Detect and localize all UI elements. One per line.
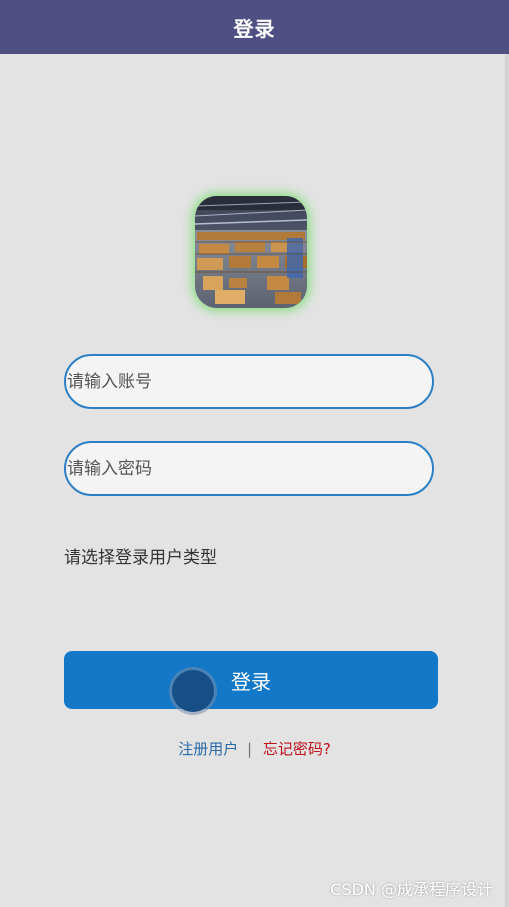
login-button[interactable]: 登录 xyxy=(64,651,438,709)
watermark: CSDN @成承程序设计 xyxy=(330,880,493,899)
user-type-selector[interactable]: 请选择登录用户类型 xyxy=(64,543,217,568)
link-separator: | xyxy=(246,740,253,758)
touch-indicator-icon xyxy=(172,670,214,712)
login-button-label: 登录 xyxy=(231,669,271,694)
register-link[interactable]: 注册用户 xyxy=(178,740,238,758)
password-input[interactable] xyxy=(66,443,432,494)
nav-bar: 登录 xyxy=(0,0,509,54)
account-input[interactable] xyxy=(66,356,432,407)
page-title: 登录 xyxy=(233,16,276,41)
auth-links: 注册用户 | 忘记密码? xyxy=(0,738,509,759)
warehouse-photo-icon xyxy=(195,196,307,308)
account-field[interactable] xyxy=(64,354,434,409)
forgot-password-link[interactable]: 忘记密码? xyxy=(263,740,331,758)
password-field[interactable] xyxy=(64,441,434,496)
scrollbar-track xyxy=(505,54,509,907)
app-logo xyxy=(195,196,307,308)
